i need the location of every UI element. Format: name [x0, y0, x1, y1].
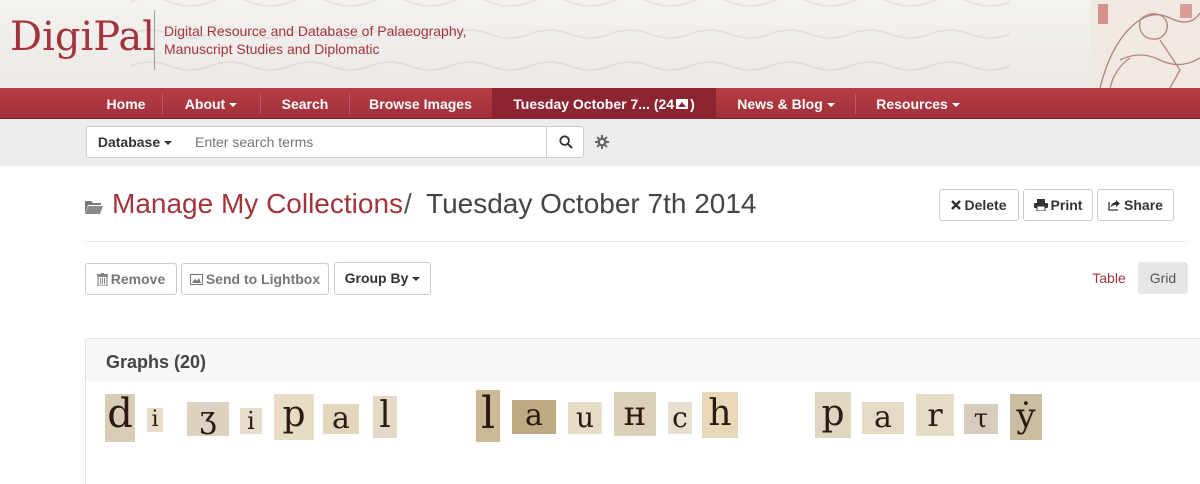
nav-about[interactable]: About: [163, 88, 259, 119]
remove-label: Remove: [110, 271, 166, 287]
group-by-dropdown[interactable]: Group By: [334, 262, 431, 295]
nav-search[interactable]: Search: [261, 88, 349, 119]
graph-thumbnail[interactable]: i: [240, 408, 262, 434]
chevron-down-icon: [229, 103, 238, 108]
delete-button[interactable]: Delete: [939, 189, 1019, 221]
close-icon: [951, 200, 962, 211]
graph-thumbnail[interactable]: н: [614, 392, 656, 436]
delete-label: Delete: [964, 197, 1007, 213]
remove-button[interactable]: Remove: [85, 263, 177, 295]
chevron-down-icon: [951, 103, 960, 108]
image-icon: [676, 99, 689, 110]
share-button[interactable]: Share: [1097, 189, 1174, 221]
page-title: Tuesday October 7th 2014: [426, 188, 757, 219]
manuscript-illustration: [1090, 0, 1200, 88]
gear-icon[interactable]: [594, 134, 610, 150]
graphs-panel-header: Graphs (20): [86, 339, 1200, 381]
search-input[interactable]: [183, 126, 547, 158]
graph-thumbnail[interactable]: r: [916, 394, 954, 436]
chevron-down-icon: [826, 103, 835, 108]
nav-resources[interactable]: Resources: [856, 88, 980, 119]
graph-thumbnail[interactable]: ẏ: [1010, 394, 1042, 440]
group-by-label: Group By: [344, 270, 409, 286]
printer-icon: [1033, 199, 1048, 212]
share-label: Share: [1124, 197, 1163, 213]
search-button[interactable]: [546, 126, 584, 158]
graph-thumbnail[interactable]: l: [476, 390, 500, 442]
manage-collections-link[interactable]: Manage My Collections: [112, 188, 403, 220]
graph-thumbnail[interactable]: h: [702, 392, 738, 438]
tagline-line-1: Digital Resource and Database of Palaeog…: [164, 23, 467, 39]
folder-open-icon: [85, 201, 103, 214]
graph-thumbnail[interactable]: i: [147, 408, 163, 432]
site-logo[interactable]: DigiPal: [10, 14, 155, 60]
image-icon: [189, 273, 203, 285]
trash-icon: [96, 272, 108, 287]
graph-thumbnail[interactable]: a: [323, 404, 359, 434]
view-grid-toggle[interactable]: Grid: [1138, 262, 1188, 294]
graph-thumbnail[interactable]: a: [862, 402, 904, 434]
view-table-toggle[interactable]: Table: [1084, 262, 1134, 294]
graph-thumbnail[interactable]: p: [815, 392, 851, 438]
graph-thumbnail[interactable]: u: [568, 402, 602, 434]
nav-about-label: About: [184, 96, 226, 112]
logo-divider: [154, 10, 155, 70]
print-button[interactable]: Print: [1023, 189, 1093, 221]
nav-collection-label: Tuesday October 7... (24: [513, 96, 675, 112]
tagline-line-2: Manuscript Studies and Diplomatic: [164, 41, 380, 57]
site-header: DigiPal Digital Resource and Database of…: [0, 0, 1200, 88]
nav-browse-images-label: Browse Images: [369, 96, 472, 112]
search-icon: [559, 135, 573, 149]
print-label: Print: [1050, 197, 1083, 213]
nav-search-label: Search: [281, 96, 329, 112]
nav-news-blog[interactable]: News & Blog: [717, 88, 855, 119]
nav-news-blog-label: News & Blog: [737, 96, 823, 112]
breadcrumb-separator: /: [404, 188, 412, 219]
graph-thumbnail[interactable]: l: [373, 396, 397, 438]
graph-thumbnail[interactable]: ʒ: [187, 402, 229, 436]
send-to-lightbox-label: Send to Lightbox: [205, 271, 321, 287]
graph-thumbnail[interactable]: p: [274, 394, 314, 440]
graphs-heading: Graphs (20): [106, 352, 207, 372]
send-to-lightbox-button[interactable]: Send to Lightbox: [181, 263, 329, 295]
graph-thumbnail[interactable]: c: [668, 402, 692, 434]
search-scope-dropdown[interactable]: Database: [86, 126, 184, 158]
share-icon: [1108, 200, 1121, 211]
site-tagline: Digital Resource and Database of Palaeog…: [164, 22, 466, 58]
graph-thumbnail[interactable]: τ: [964, 404, 998, 434]
main-navbar: Home About Search Browse Images Tuesday …: [0, 88, 1200, 119]
chevron-down-icon: [412, 277, 421, 282]
nav-home[interactable]: Home: [90, 88, 162, 119]
graph-thumbnail[interactable]: a: [512, 400, 556, 434]
divider: [85, 241, 1187, 242]
nav-resources-label: Resources: [876, 96, 948, 112]
graph-thumbnail[interactable]: d: [105, 394, 135, 442]
nav-collection-close: ): [690, 96, 695, 112]
chevron-down-icon: [164, 141, 173, 146]
nav-collection[interactable]: Tuesday October 7... (24): [492, 88, 716, 119]
search-scope-label: Database: [97, 134, 161, 150]
nav-home-label: Home: [106, 96, 146, 112]
nav-browse-images[interactable]: Browse Images: [350, 88, 491, 119]
